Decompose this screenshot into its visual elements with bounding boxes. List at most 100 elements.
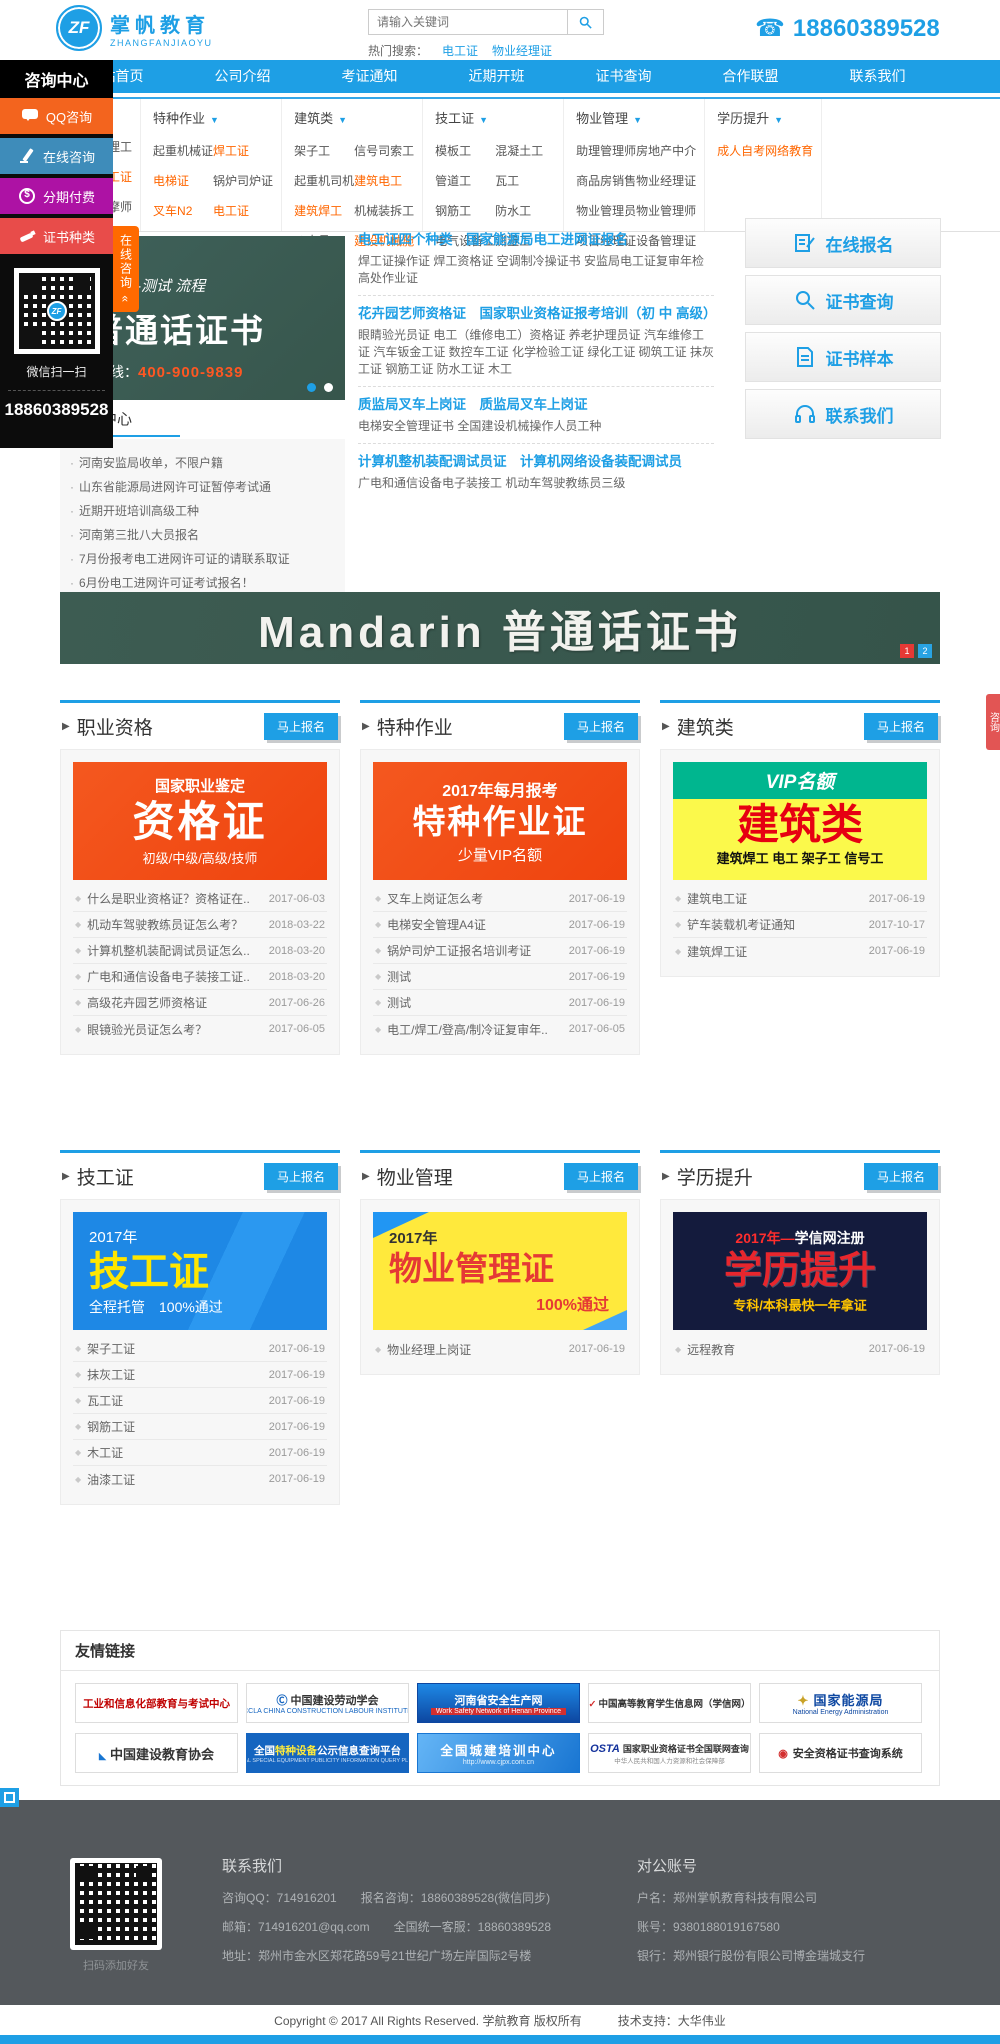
online-consult-tab[interactable]: 在线咨询 « bbox=[113, 226, 139, 312]
slider-dot-active[interactable] bbox=[307, 383, 316, 392]
promo-image[interactable]: 2017年 物业管理证 100%通过 bbox=[373, 1212, 627, 1330]
mega-menu-link[interactable]: 建筑焊工 bbox=[294, 202, 354, 219]
nav-item[interactable]: 公司介绍 bbox=[179, 60, 306, 93]
notice-article-title[interactable]: 计算机整机装配调试员证 计算机网络设备装配调试员 bbox=[358, 450, 714, 470]
search-button[interactable] bbox=[568, 9, 604, 35]
list-item[interactable]: ◆ 测试 2017-06-19 bbox=[373, 964, 627, 990]
promo-image[interactable]: 2017年—学信网注册 学历提升 专科/本科最快一年拿证 bbox=[673, 1212, 927, 1330]
mega-menu-category[interactable]: 建筑类▼ bbox=[294, 108, 414, 127]
list-item[interactable]: ◆ 电工/焊工/登高/制冷证复审年.. 2017-06-05 bbox=[373, 1016, 627, 1042]
promo-image[interactable]: 2017年 技工证 全程托管 100%通过 bbox=[73, 1212, 327, 1330]
friend-link-logo[interactable]: 河南省安全生产网 Work Safety Network of Henan Pr… bbox=[417, 1683, 580, 1723]
consult-sidebar-button[interactable]: 分期付费 bbox=[0, 178, 113, 214]
list-item[interactable]: ◆ 广电和通信设备电子装接工证.. 2018-03-20 bbox=[73, 964, 327, 990]
signup-now-button[interactable]: 马上报名 bbox=[864, 1163, 938, 1190]
mega-menu-link[interactable]: 锅炉司炉证 bbox=[213, 172, 273, 189]
search-input[interactable] bbox=[368, 9, 568, 35]
list-item[interactable]: ◆ 木工证 2017-06-19 bbox=[73, 1440, 327, 1466]
signup-now-button[interactable]: 马上报名 bbox=[564, 1163, 638, 1190]
list-item[interactable]: ◆ 油漆工证 2017-06-19 bbox=[73, 1466, 327, 1492]
list-item[interactable]: ◆ 叉车上岗证怎么考 2017-06-19 bbox=[373, 886, 627, 912]
nav-item[interactable]: 证书查询 bbox=[560, 60, 687, 93]
mega-menu-link[interactable]: 钢筋工 bbox=[435, 202, 495, 219]
friend-link-logo[interactable]: 全国特种设备公示信息查询平台 NATIONAL SPECIAL EQUIPMEN… bbox=[246, 1733, 409, 1773]
mega-menu-link[interactable]: 焊工证 bbox=[213, 142, 273, 159]
notice-article-title[interactable]: 花卉园艺师资格证 国家职业资格证报考培训（初 中 高级） bbox=[358, 302, 714, 322]
mega-menu-link[interactable]: 助理管理师 bbox=[576, 142, 636, 159]
friend-link-logo[interactable]: 中国高等教育学生信息网（学信网） bbox=[588, 1683, 751, 1723]
friend-link-logo[interactable]: 工业和信息化部教育与考试中心 bbox=[75, 1683, 238, 1723]
list-item[interactable]: ◆ 计算机整机装配调试员证怎么.. 2018-03-20 bbox=[73, 938, 327, 964]
floating-widget-icon[interactable] bbox=[0, 1788, 19, 1807]
hot-link-property-manager[interactable]: 物业经理证 bbox=[492, 42, 552, 59]
list-item[interactable]: ◆ 测试 2017-06-19 bbox=[373, 990, 627, 1016]
nav-item[interactable]: 联系我们 bbox=[814, 60, 941, 93]
consult-sidebar-button[interactable]: 证书种类 bbox=[0, 218, 113, 254]
mega-menu-link[interactable]: 成人自考 bbox=[717, 142, 765, 159]
mega-menu-link[interactable]: 防水工 bbox=[495, 202, 555, 219]
promo-image[interactable]: 国家职业鉴定 资格证 初级/中级/高级/技师 bbox=[73, 762, 327, 880]
list-item[interactable]: ◆ 建筑电工证 2017-06-19 bbox=[673, 886, 927, 912]
mega-menu-link[interactable]: 起重机司机 bbox=[294, 172, 354, 189]
friend-link-logo[interactable]: 中国建设教育协会 bbox=[75, 1733, 238, 1773]
mega-menu-link[interactable]: 机械装拆工 bbox=[354, 202, 414, 219]
list-item[interactable]: ◆ 抹灰工证 2017-06-19 bbox=[73, 1362, 327, 1388]
mega-menu-category[interactable]: 学历提升▼ bbox=[717, 108, 813, 127]
promo-image[interactable]: 2017年每月报考 特种作业证 少量VIP名额 bbox=[373, 762, 627, 880]
site-logo[interactable]: ZF 掌帆教育 ZHANGFANJIAOYU bbox=[56, 5, 213, 51]
nav-item[interactable]: 考证通知 bbox=[306, 60, 433, 93]
banner-page-2[interactable]: 2 bbox=[918, 644, 932, 658]
news-item[interactable]: ·7月份报考电工进网许可证的请联系取证 bbox=[70, 547, 335, 571]
mega-menu-category[interactable]: 特种作业▼ bbox=[153, 108, 273, 127]
slider-dot[interactable] bbox=[324, 383, 333, 392]
notice-article-title[interactable]: 质监局叉车上岗证 质监局叉车上岗证 bbox=[358, 393, 714, 413]
list-item[interactable]: ◆ 什么是职业资格证？资格证在.. 2017-06-03 bbox=[73, 886, 327, 912]
mega-menu-link[interactable]: 模板工 bbox=[435, 142, 495, 159]
list-item[interactable]: ◆ 架子工证 2017-06-19 bbox=[73, 1336, 327, 1362]
mega-menu-link[interactable]: 物业管理师 bbox=[636, 202, 696, 219]
mega-menu-category[interactable]: 技工证▼ bbox=[435, 108, 555, 127]
mega-menu-link[interactable]: 信号司索工 bbox=[354, 142, 414, 159]
friend-link-logo[interactable]: 国家能源局 National Energy Administration bbox=[759, 1683, 922, 1723]
friend-link-logo[interactable]: 安全资格证书查询系统 bbox=[759, 1733, 922, 1773]
list-item[interactable]: ◆ 铲车装载机考证通知 2017-10-17 bbox=[673, 912, 927, 938]
contact-us-button[interactable]: 联系我们 bbox=[745, 389, 941, 439]
consult-sidebar-button[interactable]: 在线咨询 bbox=[0, 138, 113, 174]
signup-now-button[interactable]: 马上报名 bbox=[864, 713, 938, 740]
mega-menu-link[interactable]: 商品房销售 bbox=[576, 172, 636, 189]
mega-menu-link[interactable]: 瓦工 bbox=[495, 172, 555, 189]
hot-link-electrician[interactable]: 电工证 bbox=[442, 42, 478, 59]
notice-article-title[interactable]: 电工证四个种类 国家能源局电工进网证报名 bbox=[358, 228, 714, 248]
consult-sidebar-button[interactable]: QQ咨询 bbox=[0, 98, 113, 134]
signup-now-button[interactable]: 马上报名 bbox=[564, 713, 638, 740]
mega-menu-link[interactable]: 叉车N2 bbox=[153, 202, 213, 219]
friend-link-logo[interactable]: OSTA国家职业资格证书全国联网查询 中华人民共和国人力资源和社会保障部 bbox=[588, 1733, 751, 1773]
news-item[interactable]: ·河南第三批八大员报名 bbox=[70, 523, 335, 547]
news-item[interactable]: ·山东省能源局进网许可证暂停考试通 bbox=[70, 475, 335, 499]
banner-page-1[interactable]: 1 bbox=[900, 644, 914, 658]
mega-menu-link[interactable]: 电梯证 bbox=[153, 172, 213, 189]
signup-now-button[interactable]: 马上报名 bbox=[264, 713, 338, 740]
signup-now-button[interactable]: 马上报名 bbox=[264, 1163, 338, 1190]
mega-menu-link[interactable]: 电工证 bbox=[213, 202, 273, 219]
list-item[interactable]: ◆ 电梯安全管理A4证 2017-06-19 bbox=[373, 912, 627, 938]
online-signup-button[interactable]: 在线报名 bbox=[745, 218, 941, 268]
list-item[interactable]: ◆ 远程教育 2017-06-19 bbox=[673, 1336, 927, 1362]
main-banner[interactable]: Mandarin 普通话证书 1 2 bbox=[60, 592, 940, 664]
mega-menu-link[interactable]: 混凝土工 bbox=[495, 142, 555, 159]
list-item[interactable]: ◆ 物业经理上岗证 2017-06-19 bbox=[373, 1336, 627, 1362]
news-item[interactable]: ·近期开班培训高级工种 bbox=[70, 499, 335, 523]
list-item[interactable]: ◆ 锅炉司炉工证报名培训考证 2017-06-19 bbox=[373, 938, 627, 964]
mega-menu-link[interactable]: 物业管理员 bbox=[576, 202, 636, 219]
mega-menu-link[interactable]: 建筑电工 bbox=[354, 172, 414, 189]
right-consult-tab[interactable]: 咨询 bbox=[986, 694, 1000, 750]
certificate-sample-button[interactable]: 证书样本 bbox=[745, 332, 941, 382]
list-item[interactable]: ◆ 建筑焊工证 2017-06-19 bbox=[673, 938, 927, 964]
mega-menu-link[interactable]: 网络教育 bbox=[765, 142, 813, 159]
mega-menu-link[interactable]: 房地产中介 bbox=[636, 142, 696, 159]
mega-menu-link[interactable]: 架子工 bbox=[294, 142, 354, 159]
mega-menu-link[interactable]: 物业经理证 bbox=[636, 172, 696, 189]
friend-link-logo[interactable]: 全国城建培训中心 http://www.cjpx.com.cn bbox=[417, 1733, 580, 1773]
news-item[interactable]: ·河南安监局收单，不限户籍 bbox=[70, 451, 335, 475]
list-item[interactable]: ◆ 瓦工证 2017-06-19 bbox=[73, 1388, 327, 1414]
